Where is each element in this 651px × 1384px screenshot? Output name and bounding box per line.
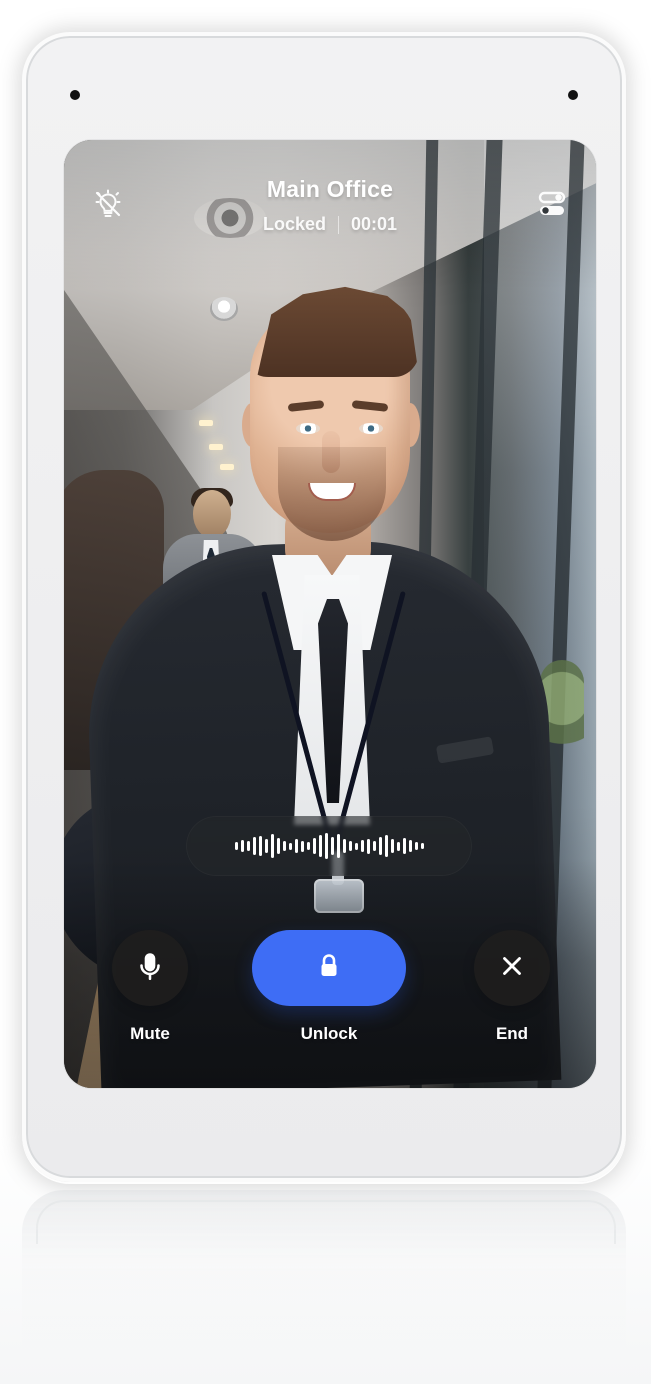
call-meta: Locked 00:01: [64, 214, 596, 235]
device-reflection: [22, 1190, 626, 1360]
waveform-bar: [252, 837, 256, 855]
waveform-bar: [408, 840, 412, 852]
waveform-bar: [282, 841, 286, 851]
waveform-bar: [348, 841, 352, 851]
waveform-bar: [342, 839, 346, 853]
waveform-bar: [264, 839, 268, 853]
audio-waveform-pill: [186, 816, 472, 876]
waveform-bar: [276, 838, 280, 854]
waveform-bar: [240, 840, 244, 852]
product-stage: Main Office Locked 00:01 Mute Unlock End: [0, 0, 651, 1384]
waveform-bar: [354, 842, 358, 850]
intercom-device: Main Office Locked 00:01 Mute Unlock End: [22, 32, 626, 1182]
call-controls: Mute Unlock End: [64, 930, 596, 1056]
end-label: End: [495, 1024, 529, 1043]
close-icon: [497, 951, 527, 986]
unlock-label: Unlock: [300, 1024, 358, 1043]
lock-status: Locked: [262, 214, 326, 234]
microphone-icon: [133, 949, 167, 988]
waveform-bar: [288, 842, 292, 850]
lock-icon: [313, 950, 345, 987]
waveform-bar: [318, 835, 322, 857]
waveform-bar: [336, 834, 340, 858]
left-sensor: [70, 90, 80, 100]
waveform-bar: [246, 841, 250, 851]
call-timer: 00:01: [350, 214, 398, 234]
end-call-button[interactable]: [474, 930, 550, 1006]
waveform-bar: [234, 842, 238, 850]
call-title: Main Office: [266, 176, 394, 202]
waveform-bar: [384, 835, 388, 857]
unlock-button[interactable]: [252, 930, 406, 1006]
visitor-hair: [257, 286, 419, 377]
waveform-bar: [360, 840, 364, 852]
visitor-eye: [296, 423, 320, 434]
waveform-bar: [402, 838, 406, 854]
mute-control: Mute: [110, 930, 190, 1044]
audio-waveform: [234, 832, 424, 860]
waveform-bar: [330, 837, 334, 855]
waveform-bar: [258, 836, 262, 856]
waveform-bar: [414, 842, 418, 850]
waveform-bar: [378, 837, 382, 855]
waveform-bar: [372, 841, 376, 851]
visitor-eye: [359, 423, 383, 434]
unlock-control: Unlock: [250, 930, 408, 1044]
right-sensor: [568, 90, 578, 100]
waveform-bar: [396, 841, 400, 851]
video-call-screen: Main Office Locked 00:01 Mute Unlock End: [64, 140, 596, 1088]
waveform-bar: [366, 838, 370, 854]
waveform-bar: [306, 842, 310, 850]
mute-label: Mute: [130, 1024, 170, 1043]
waveform-bar: [294, 839, 298, 853]
waveform-bar: [420, 843, 424, 849]
mute-button[interactable]: [112, 930, 188, 1006]
waveform-bar: [390, 839, 394, 853]
waveform-bar: [324, 833, 328, 859]
meta-divider: [337, 215, 339, 234]
waveform-bar: [270, 834, 274, 858]
waveform-bar: [300, 840, 304, 852]
end-control: End: [472, 930, 552, 1044]
waveform-bar: [312, 838, 316, 854]
